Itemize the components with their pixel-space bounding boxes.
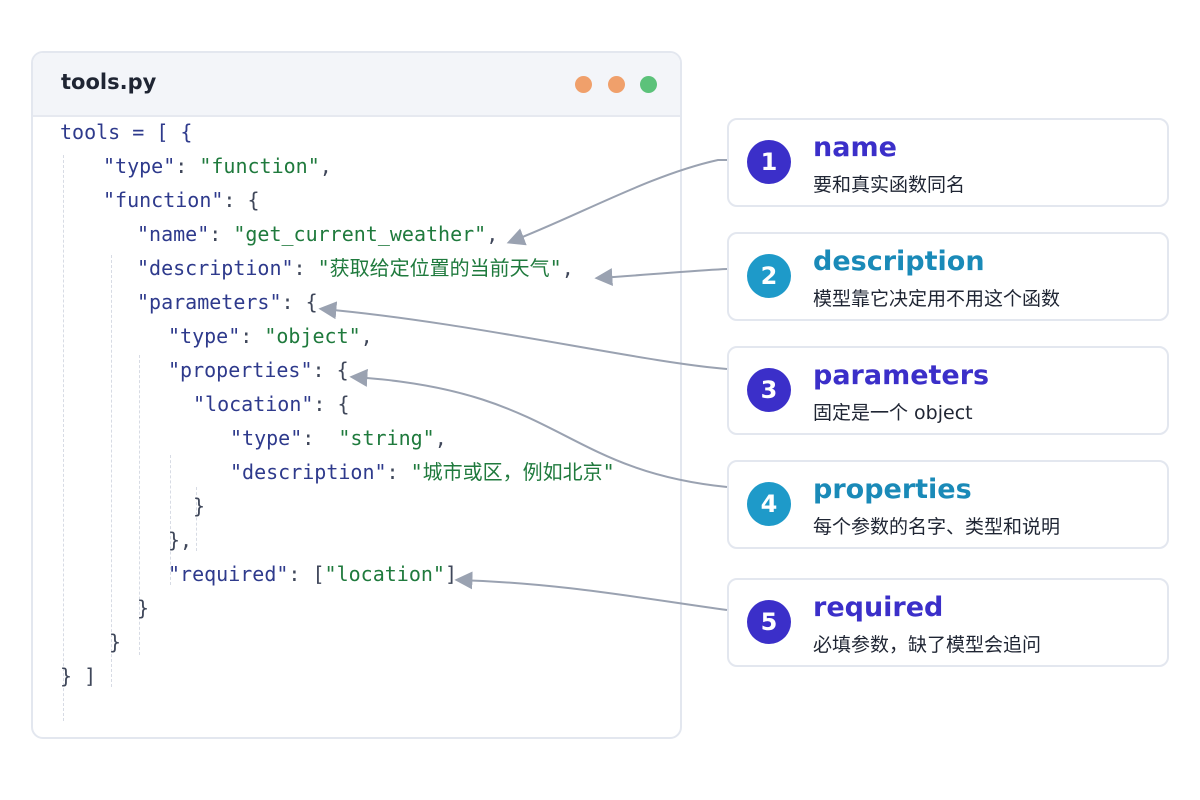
- connector-arrow: [318, 301, 728, 370]
- connector-arrow: [594, 268, 728, 287]
- connector-arrow: [506, 159, 727, 246]
- connector-arrow: [454, 571, 728, 611]
- connector-arrows: [318, 159, 728, 611]
- connector-arrow: [349, 368, 728, 488]
